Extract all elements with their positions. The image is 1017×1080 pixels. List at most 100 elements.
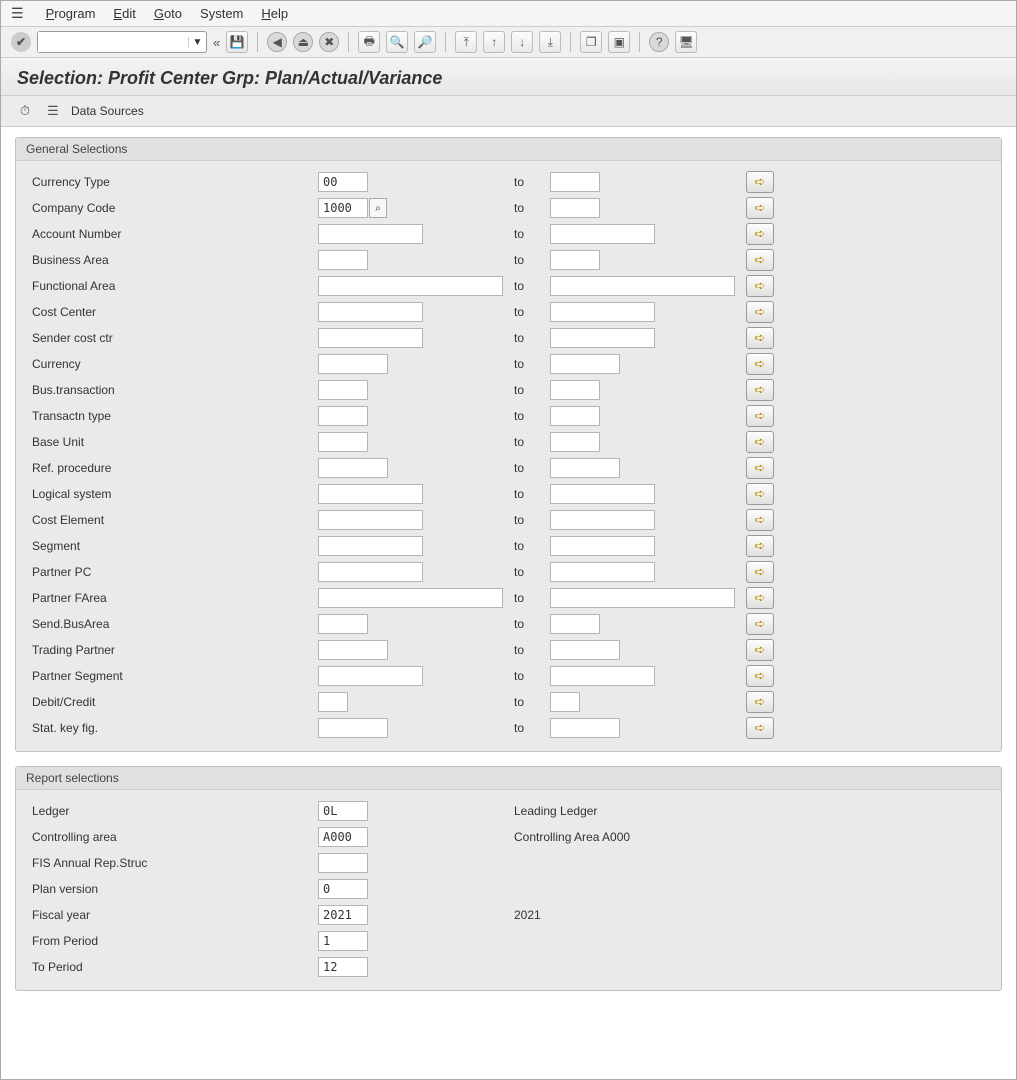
multiple-selection-icon[interactable]: ➪ (746, 197, 774, 219)
multiple-selection-icon[interactable]: ➪ (746, 301, 774, 323)
execute-icon[interactable]: ⏱ (15, 102, 35, 120)
to-input[interactable] (550, 484, 655, 504)
to-input[interactable] (550, 406, 600, 426)
multiple-selection-icon[interactable]: ➪ (746, 171, 774, 193)
menu-help[interactable]: Help (261, 6, 288, 21)
from-input[interactable] (318, 354, 388, 374)
multiple-selection-icon[interactable]: ➪ (746, 405, 774, 427)
from-input[interactable] (318, 640, 388, 660)
next-page-icon[interactable]: ↓ (511, 31, 533, 53)
to-input[interactable] (550, 640, 620, 660)
command-input[interactable] (38, 32, 188, 52)
value-input[interactable] (318, 931, 368, 951)
to-input[interactable] (550, 328, 655, 348)
from-input[interactable] (318, 692, 348, 712)
to-input[interactable] (550, 432, 600, 452)
from-input[interactable] (318, 250, 368, 270)
from-input[interactable] (318, 666, 423, 686)
multiple-selection-icon[interactable]: ➪ (746, 249, 774, 271)
menu-edit[interactable]: Edit (113, 6, 135, 21)
to-input[interactable] (550, 536, 655, 556)
from-input[interactable] (318, 614, 368, 634)
window-menu-icon[interactable]: ☰ (11, 5, 24, 22)
to-input[interactable] (550, 380, 600, 400)
multiple-selection-icon[interactable]: ➪ (746, 327, 774, 349)
from-input[interactable] (318, 718, 388, 738)
to-input[interactable] (550, 172, 600, 192)
to-input[interactable] (550, 224, 655, 244)
from-input[interactable] (318, 172, 368, 192)
variant-icon[interactable]: ☰ (43, 102, 63, 120)
to-input[interactable] (550, 198, 600, 218)
from-input[interactable] (318, 458, 388, 478)
from-input[interactable] (318, 484, 423, 504)
shortcut-icon[interactable]: ▣ (608, 31, 630, 53)
from-input[interactable] (318, 198, 368, 218)
multiple-selection-icon[interactable]: ➪ (746, 457, 774, 479)
help-icon[interactable]: ? (649, 32, 669, 52)
first-page-icon[interactable]: ⤒ (455, 31, 477, 53)
multiple-selection-icon[interactable]: ➪ (746, 379, 774, 401)
value-input[interactable] (318, 957, 368, 977)
from-input[interactable] (318, 302, 423, 322)
from-input[interactable] (318, 432, 368, 452)
from-input[interactable] (318, 536, 423, 556)
multiple-selection-icon[interactable]: ➪ (746, 353, 774, 375)
to-input[interactable] (550, 250, 600, 270)
multiple-selection-icon[interactable]: ➪ (746, 431, 774, 453)
from-input[interactable] (318, 224, 423, 244)
search-help-icon[interactable]: ⌕ (369, 198, 387, 218)
to-input[interactable] (550, 510, 655, 530)
to-input[interactable] (550, 354, 620, 374)
from-input[interactable] (318, 510, 423, 530)
multiple-selection-icon[interactable]: ➪ (746, 275, 774, 297)
from-input[interactable] (318, 328, 423, 348)
to-input[interactable] (550, 562, 655, 582)
prev-page-icon[interactable]: ↑ (483, 31, 505, 53)
back-icon[interactable]: ◀ (267, 32, 287, 52)
multiple-selection-icon[interactable]: ➪ (746, 587, 774, 609)
multiple-selection-icon[interactable]: ➪ (746, 535, 774, 557)
layout-icon[interactable]: 🖥 (675, 31, 697, 53)
from-input[interactable] (318, 380, 368, 400)
find-icon[interactable]: 🔍 (386, 31, 408, 53)
multiple-selection-icon[interactable]: ➪ (746, 665, 774, 687)
to-input[interactable] (550, 588, 735, 608)
from-input[interactable] (318, 406, 368, 426)
menu-program[interactable]: Program (46, 6, 96, 21)
menu-system[interactable]: System (200, 6, 243, 21)
data-sources-button[interactable]: Data Sources (71, 104, 144, 118)
value-input[interactable] (318, 827, 368, 847)
multiple-selection-icon[interactable]: ➪ (746, 717, 774, 739)
find-next-icon[interactable]: 🔎 (414, 31, 436, 53)
multiple-selection-icon[interactable]: ➪ (746, 613, 774, 635)
to-input[interactable] (550, 718, 620, 738)
new-session-icon[interactable]: ❐ (580, 31, 602, 53)
to-input[interactable] (550, 692, 580, 712)
from-input[interactable] (318, 562, 423, 582)
command-field[interactable]: ▼ (37, 31, 207, 53)
to-input[interactable] (550, 302, 655, 322)
to-input[interactable] (550, 666, 655, 686)
save-icon[interactable]: 💾 (226, 31, 248, 53)
print-icon[interactable]: 🖶 (358, 31, 380, 53)
multiple-selection-icon[interactable]: ➪ (746, 509, 774, 531)
exit-icon[interactable]: ⏏ (293, 32, 313, 52)
cancel-icon[interactable]: ✖ (319, 32, 339, 52)
from-input[interactable] (318, 588, 503, 608)
multiple-selection-icon[interactable]: ➪ (746, 691, 774, 713)
value-input[interactable] (318, 905, 368, 925)
value-input[interactable] (318, 853, 368, 873)
enter-icon[interactable]: ✔ (11, 32, 31, 52)
menu-goto[interactable]: Goto (154, 6, 182, 21)
to-input[interactable] (550, 614, 600, 634)
to-input[interactable] (550, 458, 620, 478)
value-input[interactable] (318, 801, 368, 821)
from-input[interactable] (318, 276, 503, 296)
value-input[interactable] (318, 879, 368, 899)
multiple-selection-icon[interactable]: ➪ (746, 639, 774, 661)
multiple-selection-icon[interactable]: ➪ (746, 483, 774, 505)
last-page-icon[interactable]: ⤓ (539, 31, 561, 53)
multiple-selection-icon[interactable]: ➪ (746, 561, 774, 583)
to-input[interactable] (550, 276, 735, 296)
